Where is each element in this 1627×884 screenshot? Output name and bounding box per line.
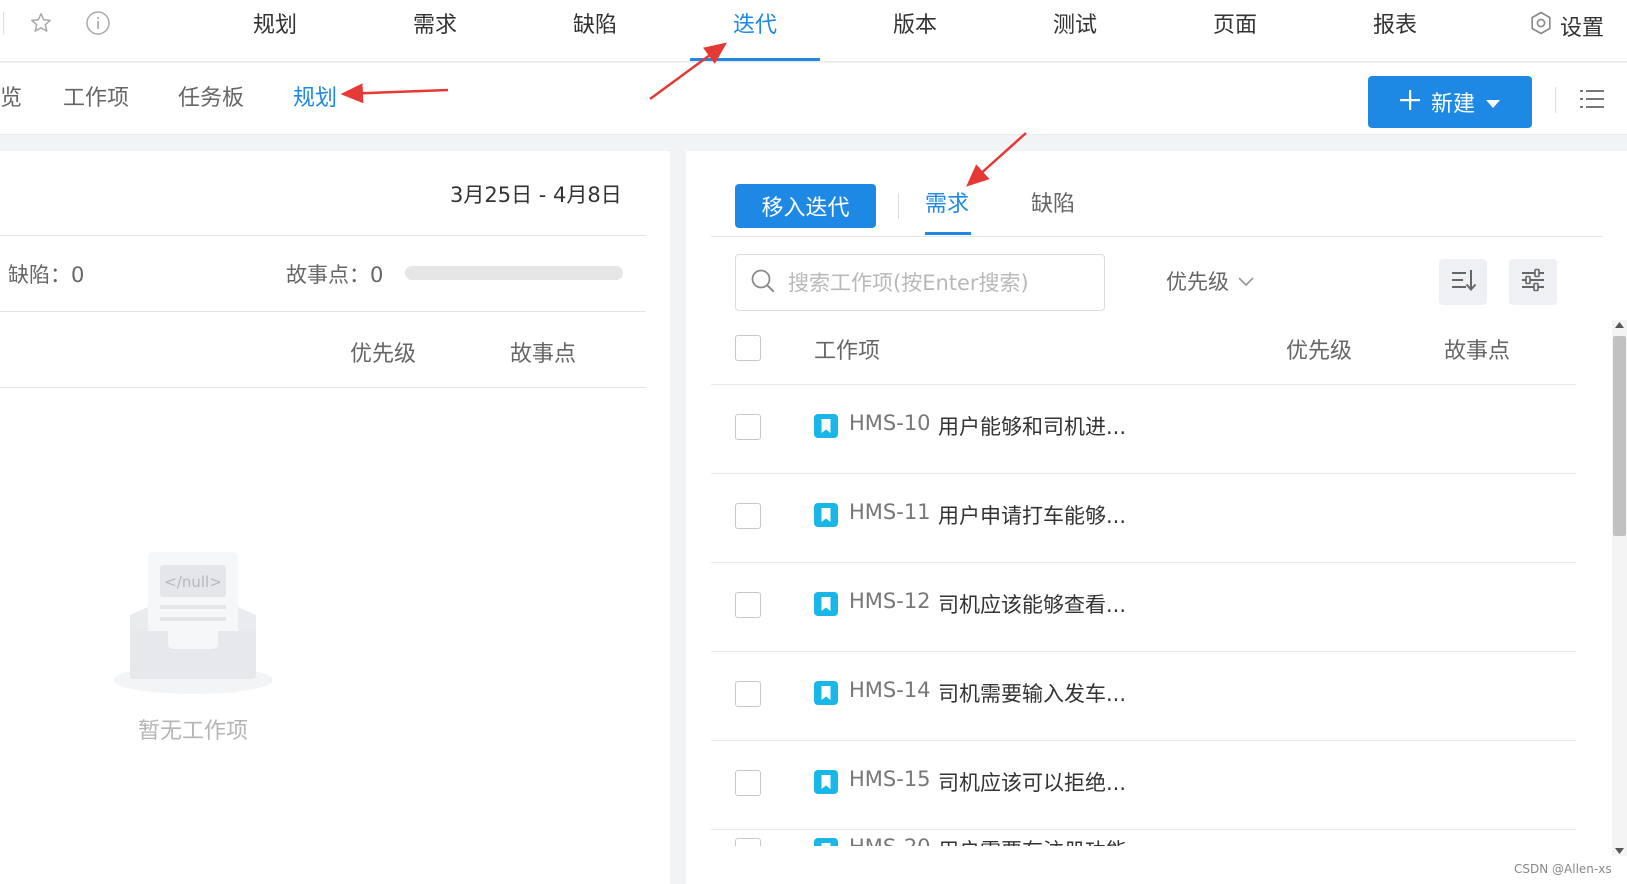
column-header-story-points[interactable]: 故事点 bbox=[1444, 333, 1510, 365]
scrollbar-thumb[interactable] bbox=[1613, 336, 1626, 536]
work-item-code: HMS-14 bbox=[849, 678, 931, 702]
story-points-count: 故事点：0 bbox=[286, 263, 384, 287]
bookmark-icon bbox=[814, 503, 838, 527]
nav-item-versions[interactable]: 版本 bbox=[875, 8, 955, 44]
list-view-icon[interactable] bbox=[1578, 85, 1606, 113]
sub-nav: 览 工作项 任务板 规划 新建 bbox=[0, 63, 1627, 135]
row-checkbox[interactable] bbox=[735, 414, 761, 440]
plus-icon bbox=[1399, 87, 1421, 117]
nav-active-underline bbox=[690, 58, 820, 61]
backlog-panel: 移入迭代 需求 缺陷 优先级 bbox=[686, 151, 1627, 884]
nav-item-testing[interactable]: 测试 bbox=[1035, 8, 1115, 44]
work-item-code: HMS-15 bbox=[849, 767, 931, 791]
column-header-work-item[interactable]: 工作项 bbox=[814, 333, 880, 365]
search-icon bbox=[750, 268, 776, 298]
work-item-title[interactable]: 司机需要输入发车... bbox=[938, 678, 1126, 708]
sub-nav-overview[interactable]: 览 bbox=[0, 83, 22, 115]
filter-settings-icon bbox=[1519, 266, 1547, 298]
priority-filter-dropdown[interactable]: 优先级 bbox=[1166, 266, 1255, 296]
work-item-title[interactable]: 司机应该可以拒绝... bbox=[938, 767, 1126, 797]
scroll-up-icon[interactable] bbox=[1613, 320, 1626, 330]
app-window: 规划 需求 缺陷 迭代 版本 测试 页面 报表 设置 览 工作项 任务板 规划 … bbox=[0, 0, 1627, 884]
star-icon[interactable] bbox=[26, 8, 56, 38]
nav-item-requirements[interactable]: 需求 bbox=[395, 8, 475, 44]
top-nav: 规划 需求 缺陷 迭代 版本 测试 页面 报表 设置 bbox=[0, 0, 1627, 62]
select-all-checkbox[interactable] bbox=[735, 335, 761, 361]
bookmark-icon bbox=[814, 770, 838, 794]
table-row[interactable]: HMS-20 用户需要有注册功能 bbox=[686, 830, 1586, 846]
table-row[interactable]: HMS-14 司机需要输入发车... bbox=[686, 652, 1586, 740]
caret-down-icon bbox=[1485, 89, 1501, 115]
work-item-title[interactable]: 用户能够和司机进... bbox=[938, 411, 1126, 441]
row-checkbox[interactable] bbox=[735, 770, 761, 796]
work-item-code: HMS-10 bbox=[849, 411, 931, 435]
sub-nav-task-board[interactable]: 任务板 bbox=[178, 83, 244, 115]
column-header-story-points[interactable]: 故事点 bbox=[510, 336, 576, 368]
divider bbox=[0, 311, 646, 312]
priority-filter-label: 优先级 bbox=[1166, 270, 1229, 294]
nav-item-iterations[interactable]: 迭代 bbox=[715, 8, 795, 44]
bookmark-icon bbox=[814, 414, 838, 438]
divider bbox=[0, 235, 646, 236]
nav-item-reports[interactable]: 报表 bbox=[1355, 8, 1435, 44]
scroll-down-icon[interactable] bbox=[1613, 846, 1626, 856]
tab-defects[interactable]: 缺陷 bbox=[1031, 189, 1075, 221]
tab-active-underline bbox=[925, 232, 971, 235]
empty-placeholder-code: </null> bbox=[164, 573, 222, 591]
bookmark-icon bbox=[814, 681, 838, 705]
nav-item-planning[interactable]: 规划 bbox=[235, 8, 315, 44]
bookmark-icon bbox=[814, 838, 838, 846]
sprint-panel: 3月25日 - 4月8日 缺陷：0 故事点：0 优先级 故事点 </null> … bbox=[0, 151, 670, 884]
story-points-progress-bar bbox=[405, 266, 623, 280]
table-row[interactable]: HMS-10 用户能够和司机进... bbox=[686, 385, 1586, 473]
column-header-priority[interactable]: 优先级 bbox=[350, 336, 416, 368]
divider bbox=[0, 387, 646, 388]
gear-icon bbox=[1528, 10, 1554, 42]
filter-settings-button[interactable] bbox=[1509, 259, 1557, 305]
new-button-label: 新建 bbox=[1430, 91, 1475, 116]
work-item-code: HMS-20 bbox=[849, 835, 931, 846]
divider bbox=[3, 12, 4, 34]
sprint-date-range: 3月25日 - 4月8日 bbox=[450, 183, 622, 207]
column-header-priority[interactable]: 优先级 bbox=[1286, 333, 1352, 365]
tab-requirements[interactable]: 需求 bbox=[925, 189, 969, 221]
nav-item-pages[interactable]: 页面 bbox=[1195, 8, 1275, 44]
row-checkbox[interactable] bbox=[735, 838, 761, 846]
table-row[interactable]: HMS-11 用户申请打车能够... bbox=[686, 474, 1586, 562]
chevron-down-icon bbox=[1237, 269, 1255, 293]
work-item-title[interactable]: 用户需要有注册功能 bbox=[938, 835, 1127, 846]
work-item-title[interactable]: 司机应该能够查看... bbox=[938, 589, 1126, 619]
divider bbox=[711, 236, 1602, 237]
sort-button[interactable] bbox=[1439, 259, 1487, 305]
sort-icon bbox=[1449, 266, 1477, 298]
defects-count: 缺陷：0 bbox=[8, 263, 85, 287]
search-box bbox=[735, 254, 1105, 311]
table-row-clip: HMS-20 用户需要有注册功能 bbox=[686, 830, 1586, 846]
watermark: CSDN @Allen-xs bbox=[1514, 862, 1612, 876]
row-checkbox[interactable] bbox=[735, 503, 761, 529]
divider bbox=[1555, 87, 1556, 113]
bookmark-icon bbox=[814, 592, 838, 616]
divider bbox=[898, 193, 899, 219]
info-icon[interactable] bbox=[83, 8, 113, 38]
row-checkbox[interactable] bbox=[735, 592, 761, 618]
row-checkbox[interactable] bbox=[735, 681, 761, 707]
table-row[interactable]: HMS-12 司机应该能够查看... bbox=[686, 563, 1586, 651]
settings-button[interactable]: 设置 bbox=[1528, 8, 1604, 44]
work-item-code: HMS-11 bbox=[849, 500, 931, 524]
work-item-code: HMS-12 bbox=[849, 589, 931, 613]
sub-nav-work-items[interactable]: 工作项 bbox=[63, 83, 129, 115]
work-item-title[interactable]: 用户申请打车能够... bbox=[938, 500, 1126, 530]
search-input[interactable] bbox=[788, 270, 1088, 295]
table-row[interactable]: HMS-15 司机应该可以拒绝... bbox=[686, 741, 1586, 829]
new-button[interactable]: 新建 bbox=[1368, 76, 1532, 128]
move-to-iteration-button[interactable]: 移入迭代 bbox=[735, 184, 876, 228]
nav-item-defects[interactable]: 缺陷 bbox=[555, 8, 635, 44]
empty-state-text: 暂无工作项 bbox=[138, 719, 249, 744]
settings-label: 设置 bbox=[1560, 16, 1605, 41]
sub-nav-planning[interactable]: 规划 bbox=[293, 83, 337, 115]
